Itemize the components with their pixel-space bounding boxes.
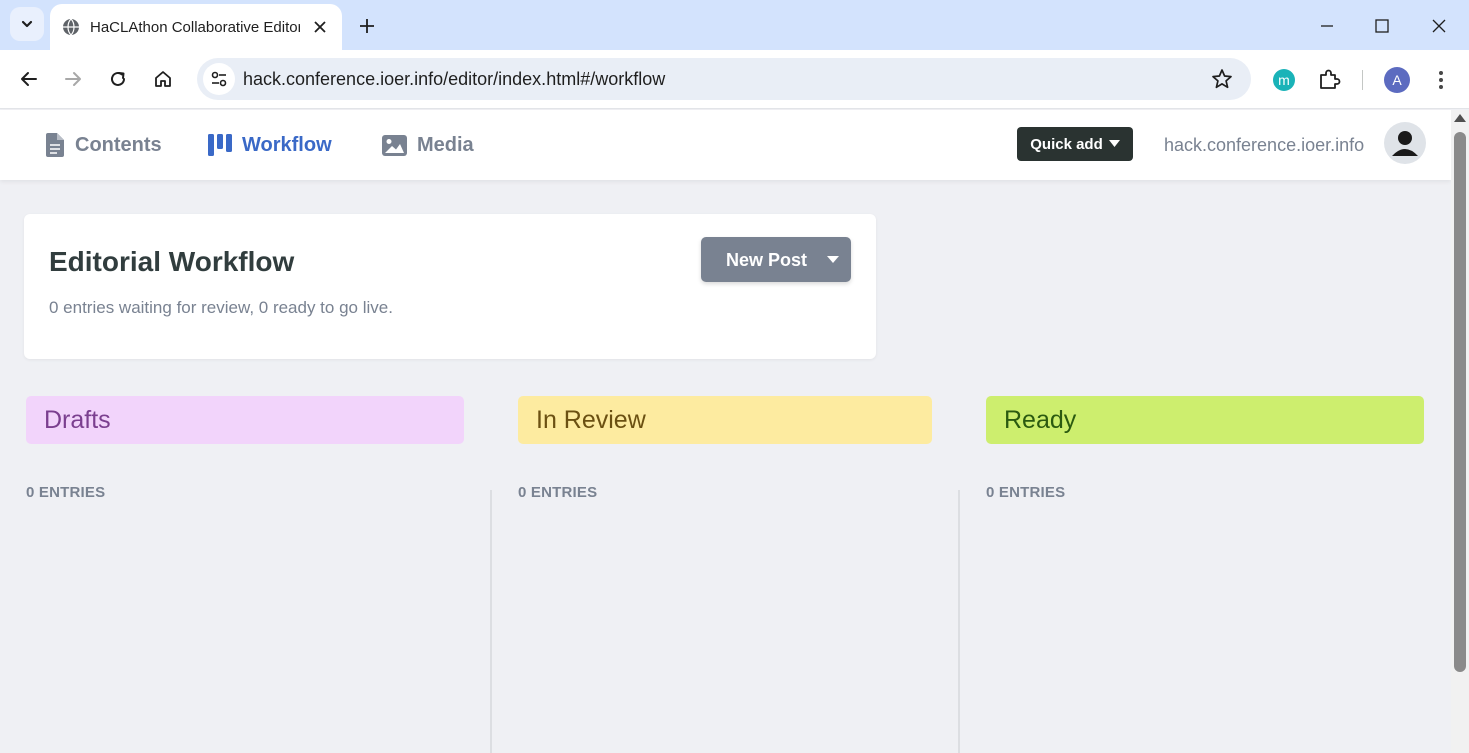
arrow-left-icon	[21, 72, 37, 86]
image-icon	[382, 134, 407, 156]
close-icon	[314, 21, 326, 33]
address-bar[interactable]: hack.conference.ioer.info/editor/index.h…	[197, 58, 1251, 100]
app-header: Contents Workflow Media Quick add hack.c…	[0, 110, 1451, 180]
nav-media[interactable]: Media	[382, 130, 474, 160]
minimize-button[interactable]	[1312, 12, 1342, 40]
forward-button[interactable]	[58, 64, 88, 94]
minimize-icon	[1321, 25, 1333, 27]
arrow-right-icon	[65, 72, 81, 86]
maximize-button[interactable]	[1367, 12, 1397, 40]
bookmark-star-icon[interactable]	[1211, 68, 1233, 90]
nav-contents-label: Contents	[75, 133, 162, 156]
chevron-down-icon	[21, 20, 33, 28]
tab-close-button[interactable]	[310, 17, 330, 37]
home-button[interactable]	[148, 64, 178, 94]
page-scrollbar[interactable]	[1451, 110, 1469, 753]
globe-icon	[63, 18, 79, 36]
caret-down-icon	[1108, 140, 1120, 147]
profile-avatar[interactable]: A	[1384, 67, 1410, 93]
site-settings-button[interactable]	[203, 63, 235, 95]
new-post-label: New Post	[726, 250, 808, 270]
workflow-summary-card: Editorial Workflow 0 entries waiting for…	[24, 214, 876, 359]
nav-contents[interactable]: Contents	[45, 130, 162, 160]
nav-media-label: Media	[417, 133, 474, 156]
extensions-puzzle-icon[interactable]	[1316, 67, 1342, 93]
close-icon	[1432, 19, 1446, 33]
column-header-in-review: In Review	[518, 396, 932, 444]
page-title: Editorial Workflow	[49, 246, 295, 277]
tab-search-button[interactable]	[10, 7, 44, 41]
column-count-ready: 0 ENTRIES	[986, 484, 1066, 501]
back-button[interactable]	[14, 64, 44, 94]
user-icon	[1392, 131, 1418, 156]
plus-icon	[360, 19, 374, 33]
column-divider	[958, 490, 960, 753]
reload-icon	[111, 71, 125, 86]
toolbar-divider	[1362, 70, 1363, 90]
browser-toolbar: hack.conference.ioer.info/editor/index.h…	[0, 50, 1469, 109]
scroll-up-arrow[interactable]	[1454, 114, 1466, 122]
url-text[interactable]: hack.conference.ioer.info/editor/index.h…	[243, 69, 665, 90]
new-post-button[interactable]: New Post	[701, 237, 851, 282]
site-link[interactable]: hack.conference.ioer.info	[1164, 135, 1364, 156]
nav-workflow-label: Workflow	[242, 133, 332, 156]
tab-title: HaCLAthon Collaborative Editor	[90, 18, 300, 36]
column-count-drafts: 0 ENTRIES	[26, 484, 106, 501]
nav-workflow[interactable]: Workflow	[208, 130, 332, 160]
new-tab-button[interactable]	[354, 13, 380, 39]
document-icon	[46, 133, 64, 157]
column-count-in-review: 0 ENTRIES	[518, 484, 598, 501]
quick-add-button[interactable]: Quick add	[1017, 127, 1133, 161]
kanban-icon	[208, 134, 232, 156]
browser-tab-active[interactable]: HaCLAthon Collaborative Editor	[50, 4, 342, 50]
browser-tabstrip: HaCLAthon Collaborative Editor	[0, 0, 1469, 50]
caret-down-icon[interactable]	[827, 256, 839, 263]
maximize-icon	[1375, 19, 1389, 33]
extension-m-icon[interactable]: m	[1273, 69, 1295, 91]
close-window-button[interactable]	[1424, 12, 1454, 40]
column-divider	[490, 490, 492, 753]
tune-icon	[211, 71, 227, 87]
home-icon	[155, 71, 171, 87]
quick-add-label: Quick add	[1030, 135, 1103, 153]
browser-menu-button[interactable]	[1430, 66, 1452, 94]
column-header-ready: Ready	[986, 396, 1424, 444]
scroll-thumb[interactable]	[1454, 132, 1466, 672]
workflow-summary-text: 0 entries waiting for review, 0 ready to…	[49, 298, 393, 317]
column-header-drafts: Drafts	[26, 396, 464, 444]
user-avatar[interactable]	[1384, 122, 1426, 164]
reload-button[interactable]	[103, 64, 133, 94]
